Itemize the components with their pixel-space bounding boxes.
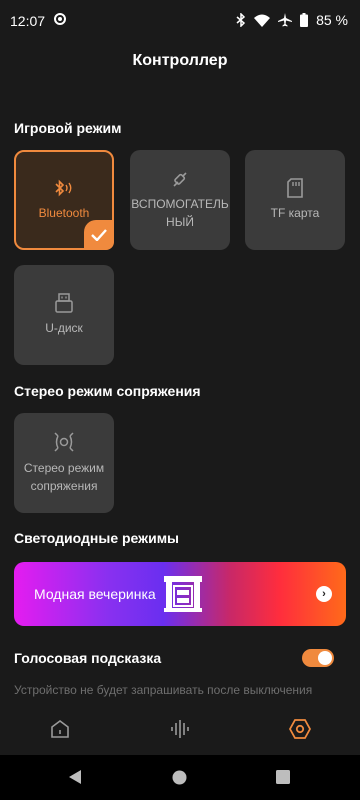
party-speaker-icon [164,576,202,612]
status-bar: 12:07 85 % [0,0,360,42]
mode-label: ВСПОМОГАТЕЛЬ НЫЙ [131,197,229,229]
equalizer-icon[interactable] [170,719,190,739]
recents-icon[interactable] [276,770,290,784]
home-icon[interactable] [50,719,70,739]
status-time: 12:07 [10,13,46,29]
mode-label: TF карта [270,206,320,220]
status-icons: 85 % [236,12,348,28]
mode-tile-aux[interactable]: ВСПОМОГАТЕЛЬ НЫЙ [130,150,230,250]
mode-tile-usb[interactable]: U-диск [14,265,114,365]
mode-label: Bluetooth [38,206,90,220]
led-mode-card[interactable]: Модная вечеринка › [14,562,346,626]
sd-card-icon [287,178,303,198]
settings-hex-icon[interactable] [289,719,311,739]
back-icon[interactable] [68,769,82,785]
system-nav-bar [0,755,360,800]
battery-percent: 85 % [316,12,348,28]
screen-record-icon [54,13,66,25]
wifi-icon [254,14,271,27]
stereo-label: Стерео режим сопряжения [23,461,105,493]
bottom-nav [0,705,360,755]
bluetooth-audio-icon [55,179,72,197]
led-mode-label: Модная вечеринка [34,586,156,602]
mode-tile-bluetooth[interactable]: Bluetooth [14,150,114,250]
mode-label: U-диск [45,321,83,335]
mode-tile-tf-card[interactable]: TF карта [245,150,345,250]
chevron-right-icon[interactable]: › [316,586,332,602]
stereo-title: Стерео режим сопряжения [14,383,201,399]
stereo-pair-tile[interactable]: Стерео режим сопряжения [14,413,114,513]
usb-drive-icon [55,293,73,313]
page-title: Контроллер [132,52,228,69]
voice-prompt-toggle[interactable] [302,649,334,667]
battery-icon [300,13,309,27]
led-title: Светодиодные режимы [14,530,180,546]
voice-prompt-hint: Устройство не будет запрашивать после вы… [14,683,313,697]
game-mode-title: Игровой режим [14,120,122,136]
aux-cable-icon [173,172,187,187]
airplane-icon [278,13,293,27]
voice-prompt-title: Голосовая подсказка [14,650,162,666]
bluetooth-status-icon [236,13,246,27]
selected-check-icon [84,220,114,250]
home-circle-icon[interactable] [172,770,187,785]
stereo-pair-icon [54,432,74,452]
